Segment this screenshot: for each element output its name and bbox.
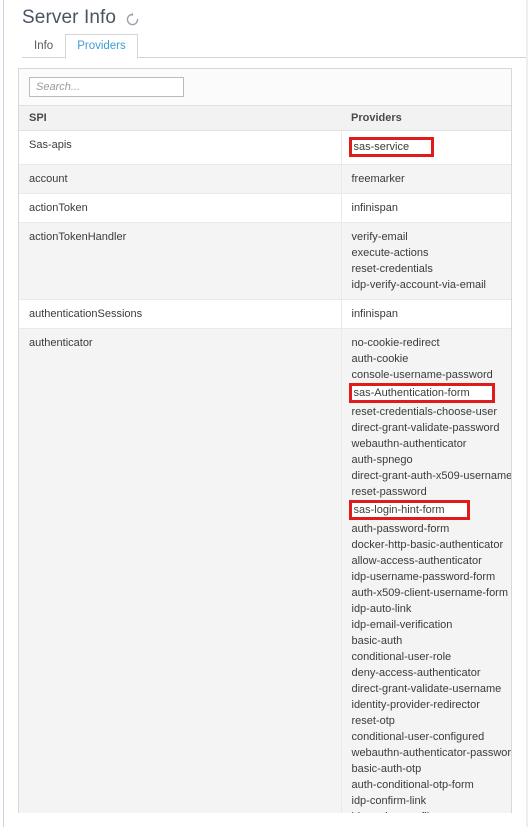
search-input[interactable] <box>29 77 184 97</box>
page-header: Server Info <box>4 0 526 30</box>
table-header-row: SPI Providers <box>19 105 511 131</box>
table-row: Sas-apis sas-service <box>19 130 512 165</box>
table-head: SPI Providers <box>19 105 511 131</box>
provider-item: idp-verify-account-via-email <box>351 279 487 291</box>
provider-item: conditional-user-configured <box>351 731 485 743</box>
providers-panel: SPI Providers Sas-apis sas-service account… <box>18 68 512 813</box>
provider-highlight-wrapper: sas-Authentication-form <box>348 383 512 404</box>
cell-providers: freemarker <box>341 164 511 194</box>
provider-item: auth-spnego <box>351 454 413 466</box>
cell-spi: actionTokenHandler <box>19 222 342 300</box>
provider-item: auth-cookie <box>351 353 409 365</box>
page-title: Server Info <box>22 7 117 28</box>
provider-item: webauthn-authenticator-passwordless <box>351 747 512 759</box>
provider-item: idp-auto-link <box>351 603 412 615</box>
column-header-spi: SPI <box>19 105 341 131</box>
table-body: Sas-apis sas-service account freemarker acti… <box>19 130 512 813</box>
provider-item: reset-otp <box>351 715 395 727</box>
cell-providers: sas-service <box>341 130 512 165</box>
provider-item: auth-password-form <box>351 523 450 535</box>
provider-item: allow-access-authenticator <box>351 555 482 567</box>
cell-providers: infinispan <box>341 193 511 223</box>
tab-providers[interactable]: Providers <box>65 34 138 59</box>
provider-item: webauthn-authenticator <box>351 438 467 450</box>
provider-item: basic-auth <box>351 635 403 647</box>
tab-bar: Info Providers <box>22 33 526 59</box>
provider-item: deny-access-authenticator <box>351 667 481 679</box>
provider-item: idp-email-verification <box>351 619 453 631</box>
provider-item: console-username-password <box>351 369 493 381</box>
provider-item: direct-grant-validate-password <box>351 422 500 434</box>
table-row: authenticationSessions infinispan <box>19 299 511 329</box>
server-info-page: Server Info Info Providers SPI Providers… <box>4 0 526 827</box>
provider-item: infinispan <box>351 202 398 214</box>
provider-item-highlighted: sas-login-hint-form <box>348 500 470 520</box>
provider-item: identity-provider-redirector <box>351 699 480 711</box>
provider-item: infinispan <box>351 308 398 320</box>
cell-spi: Sas-apis <box>19 130 342 165</box>
cell-spi: actionToken <box>19 193 342 223</box>
provider-item: reset-credentials-choose-user <box>351 406 498 418</box>
column-header-providers: Providers <box>341 105 511 131</box>
table-row: actionTokenHandler verify-email execute-ac… <box>19 222 511 300</box>
cell-providers: verify-email execute-actions reset-credent… <box>341 222 511 300</box>
provider-item: auth-conditional-otp-form <box>351 779 474 791</box>
provider-item: basic-auth-otp <box>351 763 422 775</box>
provider-item: freemarker <box>351 173 405 185</box>
provider-item: idp-review-profile <box>352 809 512 813</box>
provider-item: idp-confirm-link <box>351 795 427 807</box>
provider-item: no-cookie-redirect <box>351 337 440 349</box>
cell-spi: authenticationSessions <box>19 299 342 329</box>
table-row: account freemarker <box>19 164 511 194</box>
provider-item: auth-x509-client-username-form <box>351 587 509 599</box>
provider-item: direct-grant-auth-x509-username <box>351 470 512 482</box>
provider-item: verify-email <box>351 231 408 243</box>
tab-info[interactable]: Info <box>22 34 65 58</box>
provider-highlight-wrapper: sas-login-hint-form <box>348 500 512 521</box>
cell-providers: infinispan <box>341 299 511 329</box>
providers-table: SPI Providers Sas-apis sas-service account… <box>19 105 511 813</box>
provider-item-highlighted: sas-service <box>348 137 435 157</box>
panel-toolbar <box>19 69 511 105</box>
cell-providers: no-cookie-redirect auth-cookie console-use… <box>341 328 512 813</box>
cell-spi: account <box>19 164 342 194</box>
provider-item: execute-actions <box>351 247 429 259</box>
provider-item-highlighted: sas-Authentication-form <box>348 383 495 403</box>
provider-item: reset-password <box>351 486 427 498</box>
provider-item: reset-credentials <box>351 263 433 275</box>
provider-item: conditional-user-role <box>351 651 452 663</box>
table-row: authenticator no-cookie-redirect auth-cook… <box>19 328 512 813</box>
provider-item: docker-http-basic-authenticator <box>351 539 504 551</box>
table-row: actionToken infinispan <box>19 193 511 223</box>
refresh-icon[interactable] <box>125 12 140 27</box>
provider-highlight-wrapper: sas-service <box>348 137 512 158</box>
cell-spi: authenticator <box>19 328 342 813</box>
provider-item: direct-grant-validate-username <box>351 683 502 695</box>
provider-item: idp-username-password-form <box>351 571 496 583</box>
